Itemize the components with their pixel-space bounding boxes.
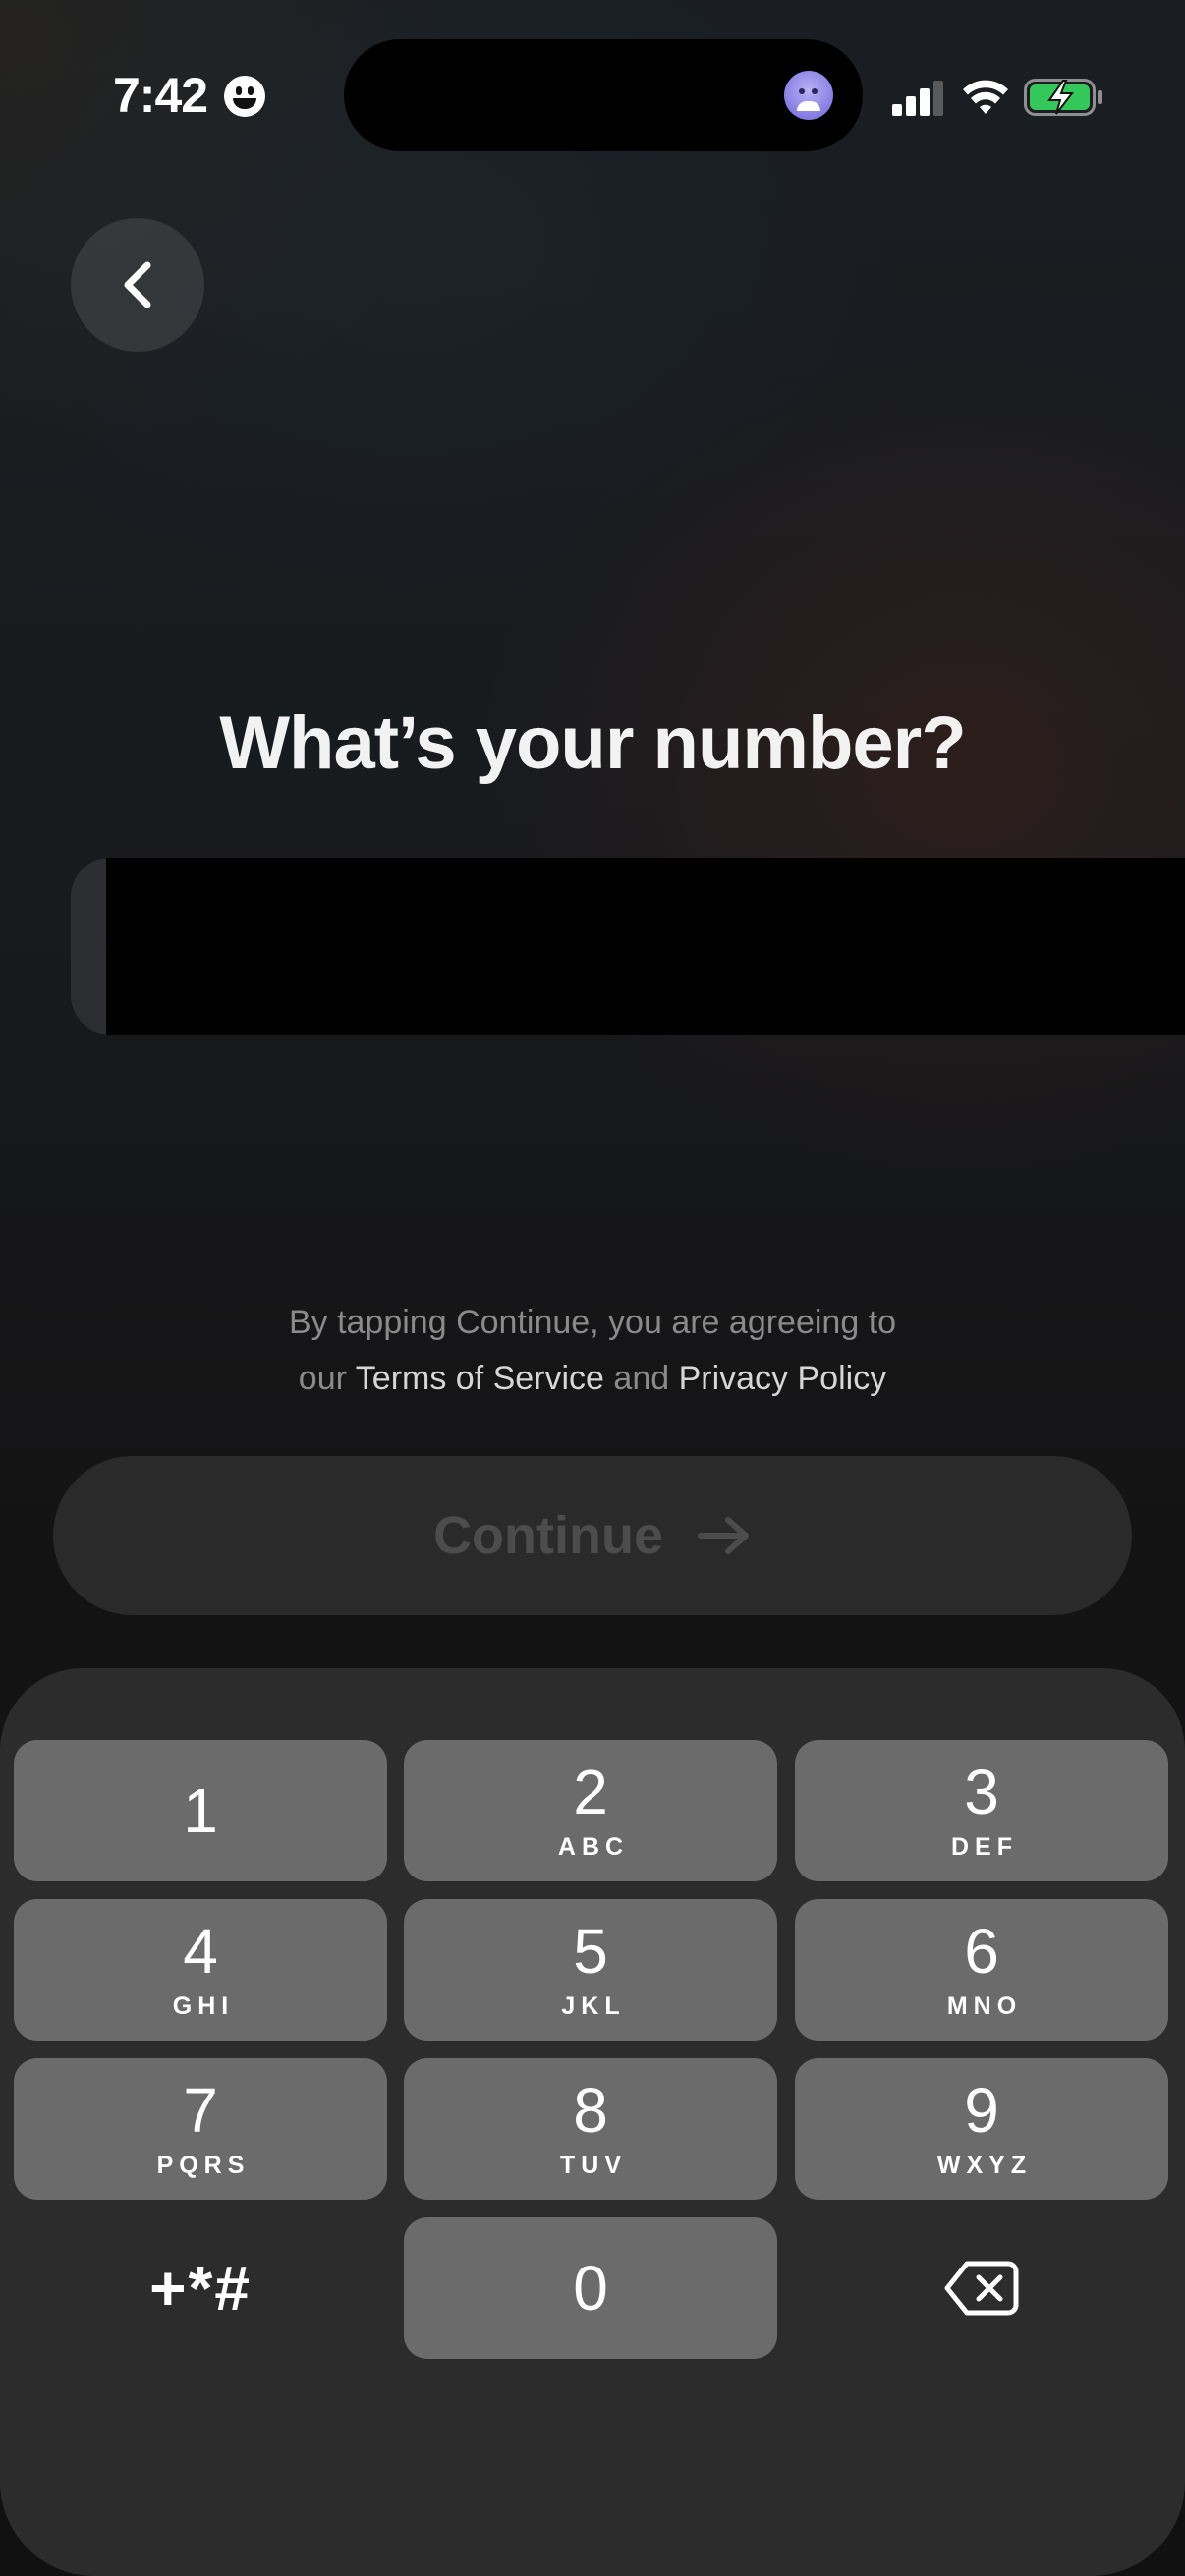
- key-letters: PQRS: [156, 2151, 251, 2179]
- key-7[interactable]: 7 PQRS: [14, 2058, 387, 2200]
- key-digit: 3: [964, 1756, 999, 1827]
- terms-prefix: our: [298, 1360, 356, 1397]
- key-digit: 5: [573, 1915, 608, 1987]
- key-digit: 8: [573, 2074, 608, 2146]
- key-symbols[interactable]: +*#: [14, 2217, 387, 2359]
- key-letters: ABC: [557, 1832, 630, 1861]
- key-digit: 7: [183, 2074, 218, 2146]
- key-8[interactable]: 8 TUV: [404, 2058, 777, 2200]
- key-digit: 9: [964, 2074, 999, 2146]
- key-digit: 4: [183, 1915, 218, 1987]
- key-letters: DEF: [951, 1832, 1018, 1861]
- key-digit: 6: [964, 1915, 999, 1987]
- key-letters: WXYZ: [936, 2151, 1033, 2179]
- key-letters: GHI: [172, 1991, 235, 2020]
- terms-line-2: our Terms of Service and Privacy Policy: [0, 1351, 1185, 1407]
- key-5[interactable]: 5 JKL: [404, 1899, 777, 2041]
- key-digit: 1: [183, 1775, 218, 1846]
- key-0[interactable]: 0: [404, 2217, 777, 2359]
- avatar: [784, 71, 833, 120]
- numeric-keypad: 1 2 ABC 3 DEF 4 GHI 5 JKL 6 MNO 7 PQRS 8…: [0, 1668, 1185, 2576]
- wifi-icon: [963, 80, 1008, 114]
- delete-key[interactable]: [795, 2217, 1168, 2359]
- chevron-left-icon: [124, 261, 151, 308]
- continue-label: Continue: [433, 1506, 663, 1565]
- key-digit: 0: [573, 2253, 608, 2324]
- backspace-icon: [944, 2261, 1019, 2316]
- key-9[interactable]: 9 WXYZ: [795, 2058, 1168, 2200]
- terms-notice: By tapping Continue, you are agreeing to…: [0, 1295, 1185, 1407]
- smiley-status-icon: [224, 76, 265, 117]
- key-letters: TUV: [560, 2151, 627, 2179]
- key-digit: 2: [573, 1756, 608, 1827]
- key-letters: JKL: [561, 1991, 626, 2020]
- privacy-policy-link[interactable]: Privacy Policy: [679, 1360, 887, 1397]
- key-letters: MNO: [946, 1991, 1023, 2020]
- key-4[interactable]: 4 GHI: [14, 1899, 387, 2041]
- continue-button[interactable]: Continue: [53, 1456, 1132, 1615]
- key-symbols-label: +*#: [149, 2253, 252, 2324]
- terms-of-service-link[interactable]: Terms of Service: [356, 1360, 604, 1397]
- key-1[interactable]: 1: [14, 1740, 387, 1881]
- terms-line-1: By tapping Continue, you are agreeing to: [288, 1304, 897, 1341]
- key-3[interactable]: 3 DEF: [795, 1740, 1168, 1881]
- back-button[interactable]: [71, 218, 204, 352]
- page-title: What’s your number?: [219, 701, 966, 785]
- key-6[interactable]: 6 MNO: [795, 1899, 1168, 2041]
- phone-number-redaction: [106, 858, 1185, 1035]
- battery-charging-icon: [1024, 79, 1102, 116]
- key-2[interactable]: 2 ABC: [404, 1740, 777, 1881]
- arrow-right-icon: [697, 1517, 749, 1554]
- cellular-signal-icon: [892, 81, 947, 116]
- status-time: 7:42: [113, 68, 208, 123]
- terms-and: and: [603, 1360, 679, 1397]
